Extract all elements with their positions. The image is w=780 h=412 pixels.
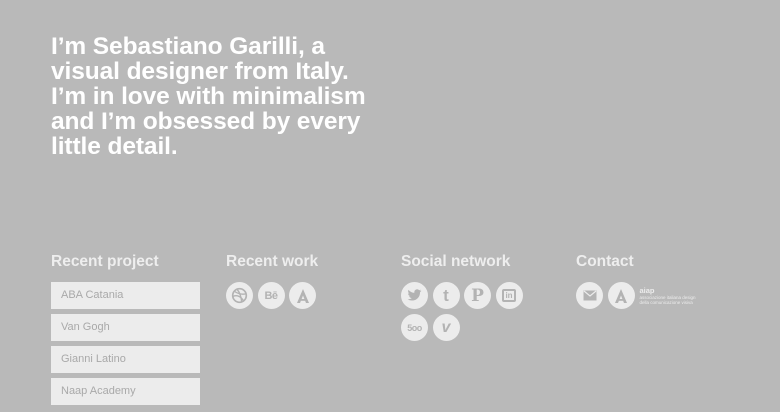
intro-line-2: I’m in love with minimalism and I’m obse… <box>51 83 366 160</box>
behance-icon-text: Bē <box>264 289 278 302</box>
500px-icon-text: 5oo <box>407 322 422 333</box>
linkedin-icon[interactable]: in <box>495 282 523 309</box>
500px-icon[interactable]: 5oo <box>401 314 428 341</box>
recent-project-list: ABA Catania Van Gogh Gianni Latino Naap … <box>51 282 200 405</box>
contact-title: Contact <box>576 253 634 270</box>
project-item-naap-academy[interactable]: Naap Academy <box>51 378 200 405</box>
aiap-icon[interactable] <box>289 282 316 309</box>
social-network-section: Social network t P in 5oo v <box>401 253 531 346</box>
intro-line-1: I’m Sebastiano Garilli, a visual designe… <box>51 33 349 85</box>
contact-section: Contact aiap associazione italiana desig… <box>576 253 696 309</box>
recent-project-section: Recent project ABA Catania Van Gogh Gian… <box>51 253 200 410</box>
social-network-icons: t P in 5oo v <box>401 282 531 346</box>
tumblr-icon-text: t <box>443 285 449 305</box>
project-item-aba-catania[interactable]: ABA Catania <box>51 282 200 309</box>
project-item-van-gogh[interactable]: Van Gogh <box>51 314 200 341</box>
aiap-wordmark: aiap associazione italiana design della … <box>640 286 696 305</box>
tumblr-icon[interactable]: t <box>432 282 460 309</box>
pinterest-icon-text: P <box>471 285 484 306</box>
linkedin-icon-text: in <box>502 289 516 302</box>
social-network-title: Social network <box>401 253 511 270</box>
recent-work-title: Recent work <box>226 253 319 270</box>
vimeo-icon[interactable]: v <box>432 314 460 341</box>
vimeo-icon-text: v <box>441 318 451 336</box>
aiap-name: aiap <box>639 286 655 295</box>
pinterest-icon[interactable]: P <box>464 282 491 309</box>
mail-icon[interactable] <box>576 282 603 309</box>
recent-project-title: Recent project <box>51 253 159 270</box>
dribbble-icon[interactable] <box>226 282 253 309</box>
aiap-logo-icon[interactable] <box>607 282 635 309</box>
twitter-icon[interactable] <box>401 282 428 309</box>
aiap-subtitle-2: della comunicazione visiva <box>639 300 693 305</box>
contact-row: aiap associazione italiana design della … <box>576 282 696 309</box>
intro-text: I’m Sebastiano Garilli, a visual designe… <box>51 34 381 159</box>
behance-icon[interactable]: Bē <box>257 282 285 309</box>
project-item-gianni-latino[interactable]: Gianni Latino <box>51 346 200 373</box>
recent-work-section: Recent work Bē <box>226 253 356 314</box>
recent-work-icons: Bē <box>226 282 356 314</box>
